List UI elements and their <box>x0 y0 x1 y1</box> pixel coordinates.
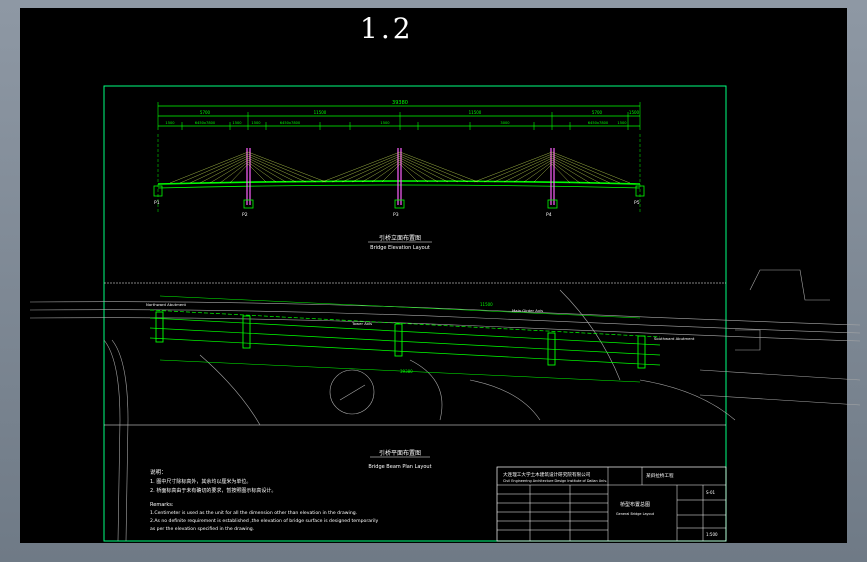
plan-dim-top: 11500 <box>480 302 493 307</box>
drawing-name: 桥型布置总图 <box>620 501 650 508</box>
drawing-border <box>103 85 727 542</box>
span-dim-4: 5700 <box>592 110 603 115</box>
span-dim-2: 11500 <box>314 110 327 115</box>
drawing-number: S-01 <box>706 490 716 495</box>
notes-en-2: 2.As no definite requirement is establis… <box>150 518 378 524</box>
plan-dim-bottom: 39380 <box>400 369 413 374</box>
pier-label-3: P3 <box>393 212 399 218</box>
detail-dim-6: 1500 <box>380 121 390 125</box>
institute-name: 大连理工大学土木建筑设计研究院有限公司 <box>503 471 591 478</box>
span-dim-5: 1500 <box>629 110 640 115</box>
drawing-scale: 1:500 <box>706 532 718 537</box>
detail-dim-8: 6450x7800 <box>588 121 609 125</box>
notes-en-1: 1.Centimeter is used as the unit for all… <box>150 510 357 516</box>
elevation-title-en: Bridge Elevation Layout <box>370 245 430 251</box>
pier-label-1: P1 <box>154 200 160 206</box>
overall-length: 39380 <box>392 100 408 106</box>
pier-label-4: P4 <box>546 212 552 218</box>
detail-dim-5: 6450x7800 <box>280 121 301 125</box>
pier-label-5: P5 <box>634 200 640 206</box>
detail-dim-1: 1500 <box>165 121 175 125</box>
project-name: 某斜拉桥工程 <box>646 472 674 479</box>
notes-heading-cn: 说明： <box>150 468 167 476</box>
plan-label-left: Northward Abutment <box>146 302 187 307</box>
title-block: 大连理工大学土木建筑设计研究院有限公司 Civil Engineering Ar… <box>496 466 727 542</box>
notes-heading-en: Remarks: <box>150 502 174 508</box>
pier-label-2: P2 <box>242 212 248 218</box>
plan-label-girder: Main Girder Axis <box>512 308 543 313</box>
elevation-title-cn: 引桥立面布置图 <box>379 234 421 242</box>
detail-dim-2: 6450x7800 <box>195 121 216 125</box>
institute-name-en: Civil Engineering Architecture Design In… <box>503 479 607 483</box>
drawing-name-en: General Bridge Layout <box>616 512 655 516</box>
notes: 说明： 1. 图中尺寸除标高外，其余均以厘米为单位。 2. 桥面标高由于未有确切… <box>150 468 378 532</box>
notes-cn-2: 2. 桥面标高由于未有确切的要求，暂按照图示标高设计。 <box>150 487 276 494</box>
detail-dim-3: 1500 <box>232 121 242 125</box>
detail-dim-4: 1500 <box>251 121 261 125</box>
detail-dim-7: 3000 <box>500 121 510 125</box>
plan-view: 11500 39380 Northward Abutment Southward… <box>29 269 861 542</box>
detail-dim-9: 1500 <box>617 121 627 125</box>
drawing-svg: 39380 5700 11500 11500 5700 1500 1500 64… <box>29 85 861 542</box>
notes-en-3: as per the elevation specified in the dr… <box>150 526 254 532</box>
application-frame: 1.2 39380 5700 11500 11500 5700 1500 150… <box>0 0 867 562</box>
notes-cn-1: 1. 图中尺寸除标高外，其余均以厘米为单位。 <box>150 478 251 485</box>
plan-label-right: Southward Abutment <box>654 336 695 341</box>
span-dim-1: 5700 <box>200 110 211 115</box>
plan-title-en: Bridge Beam Plan Layout <box>368 464 431 470</box>
span-dim-3: 11500 <box>469 110 482 115</box>
elevation-view: 39380 5700 11500 11500 5700 1500 1500 64… <box>153 100 645 251</box>
plan-title-cn: 引桥平面布置图 <box>379 449 421 457</box>
plan-label-tower: Tower Axis <box>351 321 372 326</box>
